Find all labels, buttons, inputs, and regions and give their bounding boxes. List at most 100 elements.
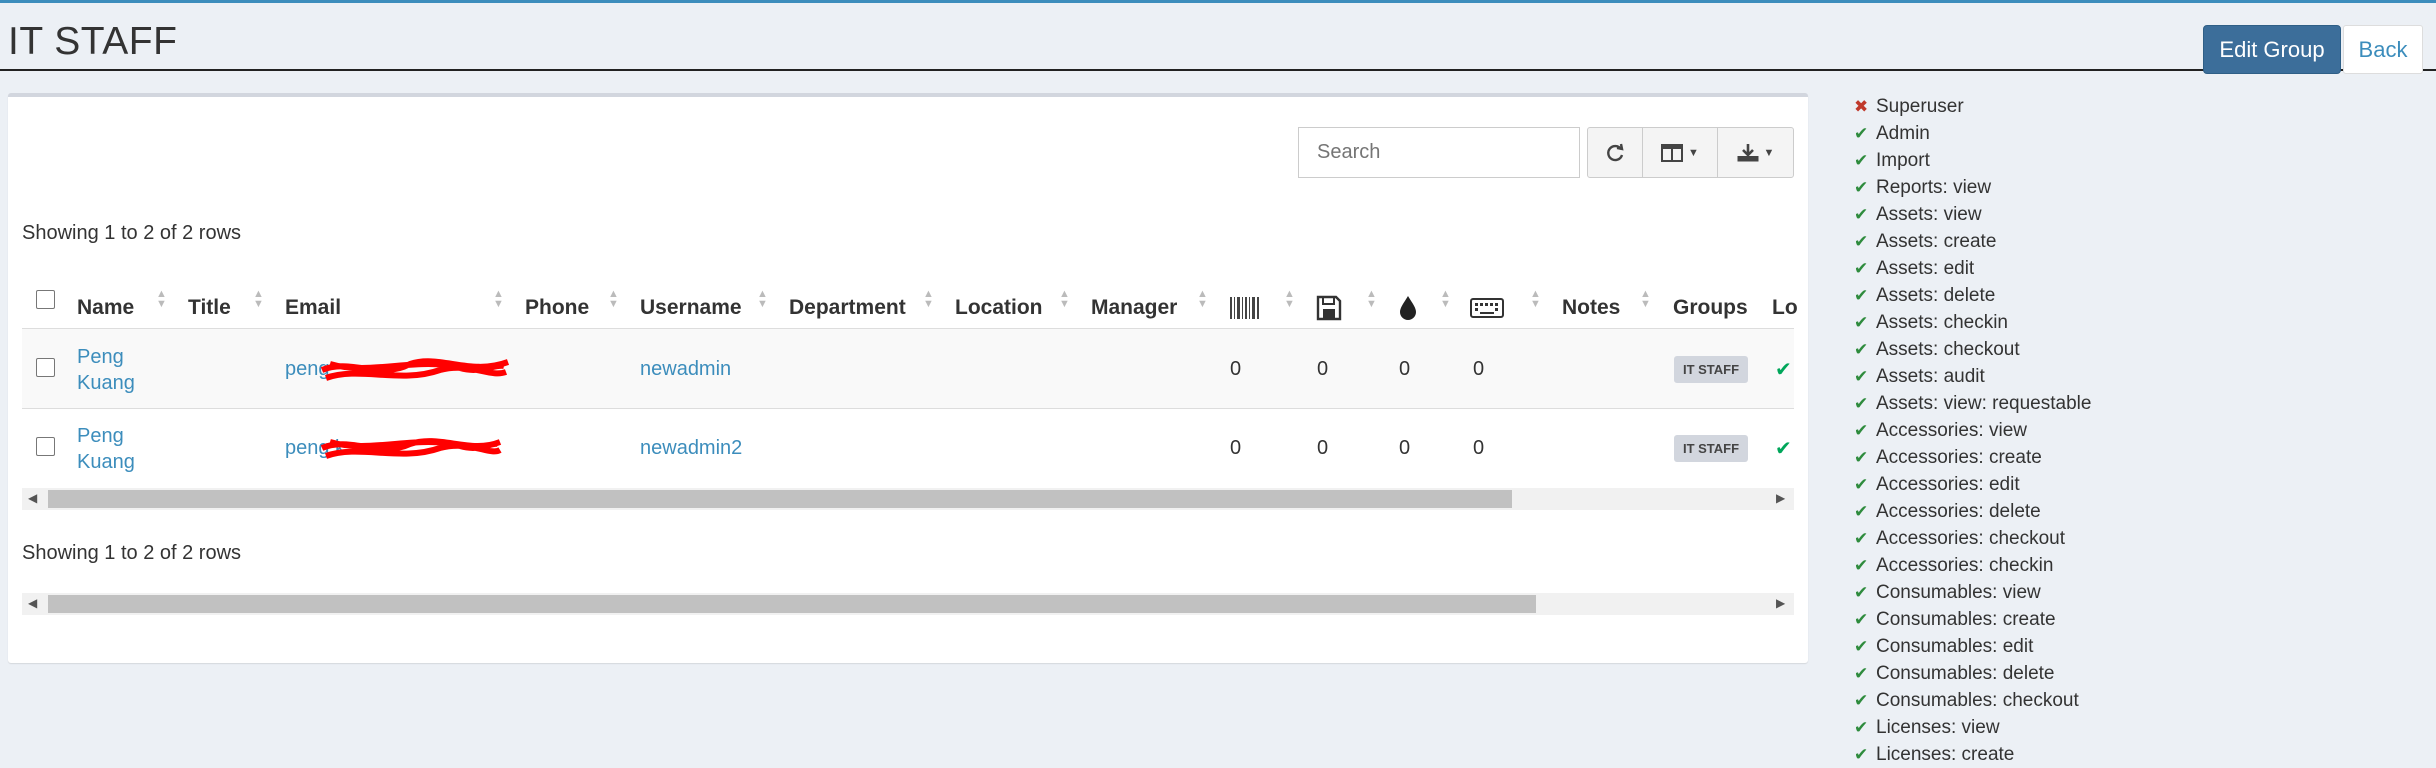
- sort-icon[interactable]: ▲ ▼: [923, 289, 934, 310]
- top-accent-line: [0, 0, 2436, 3]
- check-icon: ✔: [1854, 663, 1869, 683]
- check-icon: ✔: [1854, 366, 1869, 386]
- username-link[interactable]: newadmin2: [640, 437, 742, 460]
- column-header-username[interactable]: Username: [640, 286, 742, 330]
- columns-toggle-button[interactable]: ▼: [1642, 127, 1718, 178]
- check-icon: ✔: [1854, 744, 1869, 764]
- sort-icon[interactable]: ▲ ▼: [253, 289, 264, 310]
- check-icon: ✔: [1854, 285, 1869, 305]
- check-icon: ✔: [1854, 177, 1869, 197]
- accessories-count: 0: [1473, 358, 1485, 380]
- column-header-title[interactable]: Title: [188, 286, 231, 330]
- redaction-scribble: [320, 438, 502, 459]
- user-last-name: Kuang: [77, 372, 135, 394]
- assets-count: 0: [1230, 358, 1242, 380]
- permission-item: ✖ Superuser: [1854, 93, 2091, 120]
- refresh-icon: [1607, 143, 1624, 161]
- sort-icon[interactable]: ▲ ▼: [1640, 289, 1651, 310]
- pagination-info-top: Showing 1 to 2 of 2 rows: [22, 222, 242, 244]
- permission-label: Assets: delete: [1876, 284, 1996, 306]
- scroll-right-icon[interactable]: ▶: [1776, 596, 1785, 610]
- group-badge: IT STAFF: [1674, 435, 1748, 462]
- page-title: IT STAFF: [8, 20, 178, 63]
- assets-count: 0: [1230, 437, 1242, 459]
- select-all-checkbox[interactable]: [36, 290, 55, 309]
- edit-group-button[interactable]: Edit Group: [2203, 25, 2341, 74]
- permission-label: Licenses: create: [1876, 743, 2015, 765]
- permission-item: ✔ Assets: create: [1854, 228, 2091, 255]
- panel-horizontal-scrollbar[interactable]: ◀ ▶: [22, 593, 1794, 615]
- check-icon: ✔: [1854, 420, 1869, 440]
- scroll-right-icon[interactable]: ▶: [1776, 491, 1785, 505]
- sort-icon[interactable]: ▲ ▼: [608, 289, 619, 310]
- permission-label: Accessories: delete: [1876, 500, 2041, 522]
- column-header-groups[interactable]: Groups: [1673, 286, 1748, 330]
- permission-item: ✔ Accessories: view: [1854, 417, 2091, 444]
- column-header-manager[interactable]: Manager: [1091, 286, 1177, 330]
- chevron-down-icon: ▼: [1763, 146, 1775, 159]
- permission-label: Accessories: create: [1876, 446, 2042, 468]
- column-header-save[interactable]: [1316, 286, 1342, 330]
- check-icon: ✔: [1854, 555, 1869, 575]
- scrollbar-thumb[interactable]: [48, 490, 1512, 508]
- columns-icon: [1661, 143, 1684, 162]
- licenses-count: 0: [1317, 437, 1329, 459]
- back-button[interactable]: Back: [2343, 25, 2423, 74]
- sort-icon[interactable]: ▲ ▼: [156, 289, 167, 310]
- column-header-notes[interactable]: Notes: [1562, 286, 1620, 330]
- sort-icon[interactable]: ▲ ▼: [1530, 289, 1541, 310]
- permission-item: ✔ Consumables: create: [1854, 606, 2091, 633]
- column-header-lo[interactable]: Lo: [1772, 286, 1798, 330]
- permission-item: ✔ Accessories: checkout: [1854, 525, 2091, 552]
- row-checkbox[interactable]: [36, 437, 55, 456]
- permission-label: Assets: view: [1876, 203, 1982, 225]
- permission-item: ✔ Consumables: view: [1854, 579, 2091, 606]
- table-horizontal-scrollbar[interactable]: ◀ ▶: [22, 488, 1794, 510]
- search-input[interactable]: [1298, 127, 1580, 178]
- permission-label: Import: [1876, 149, 1930, 171]
- user-first-name: Peng: [77, 425, 124, 447]
- column-header-drop[interactable]: [1398, 286, 1418, 330]
- user-last-name: Kuang: [77, 451, 135, 473]
- permission-item: ✔ Assets: checkin: [1854, 309, 2091, 336]
- permission-item: ✔ Accessories: delete: [1854, 498, 2091, 525]
- refresh-button[interactable]: [1587, 127, 1643, 178]
- check-icon: ✔: [1854, 150, 1869, 170]
- sort-icon[interactable]: ▲ ▼: [1440, 289, 1451, 310]
- permission-label: Assets: checkin: [1876, 311, 2008, 333]
- user-name-link[interactable]: Peng Kuang: [77, 423, 135, 475]
- consumables-count: 0: [1399, 437, 1411, 459]
- column-header-keyboard[interactable]: [1470, 286, 1504, 330]
- permission-item: ✔ Accessories: edit: [1854, 471, 2091, 498]
- export-button[interactable]: ▼: [1717, 127, 1794, 178]
- column-header-name[interactable]: Name: [77, 286, 134, 330]
- permission-item: ✔ Assets: checkout: [1854, 336, 2091, 363]
- scroll-left-icon[interactable]: ◀: [28, 596, 37, 610]
- permission-label: Accessories: view: [1876, 419, 2027, 441]
- sort-icon[interactable]: ▲ ▼: [1284, 289, 1295, 310]
- sort-icon[interactable]: ▲ ▼: [1197, 289, 1208, 310]
- permission-label: Consumables: delete: [1876, 662, 2055, 684]
- check-icon: ✔: [1854, 312, 1869, 332]
- permission-item: ✔ Assets: view: requestable: [1854, 390, 2091, 417]
- scroll-left-icon[interactable]: ◀: [28, 491, 37, 505]
- column-header-email[interactable]: Email: [285, 286, 341, 330]
- sort-icon[interactable]: ▲ ▼: [493, 289, 504, 310]
- column-header-location[interactable]: Location: [955, 286, 1043, 330]
- column-header-phone[interactable]: Phone: [525, 286, 589, 330]
- permission-label: Consumables: checkout: [1876, 689, 2079, 711]
- permission-item: ✔ Accessories: create: [1854, 444, 2091, 471]
- sort-icon[interactable]: ▲ ▼: [1366, 289, 1377, 310]
- sort-icon[interactable]: ▲ ▼: [757, 289, 768, 310]
- user-name-link[interactable]: Peng Kuang: [77, 344, 135, 396]
- row-checkbox[interactable]: [36, 358, 55, 377]
- sort-icon[interactable]: ▲ ▼: [1059, 289, 1070, 310]
- username-link[interactable]: newadmin: [640, 358, 731, 381]
- cross-icon: ✖: [1854, 96, 1869, 116]
- permission-item: ✔ Assets: edit: [1854, 255, 2091, 282]
- permissions-list: ✖ Superuser ✔ Admin ✔ Import ✔ Reports: view ✔ As…: [1854, 93, 2091, 768]
- scrollbar-thumb[interactable]: [48, 595, 1536, 613]
- column-header-barcode[interactable]: [1229, 286, 1261, 330]
- check-icon: ✔: [1854, 393, 1869, 413]
- column-header-department[interactable]: Department: [789, 286, 906, 330]
